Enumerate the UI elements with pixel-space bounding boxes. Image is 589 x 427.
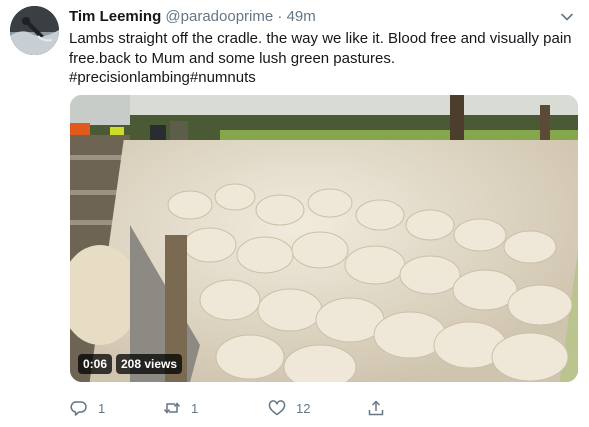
retweet-button[interactable]: 1 bbox=[163, 396, 198, 420]
timestamp[interactable]: 49m bbox=[287, 8, 316, 25]
retweet-count: 1 bbox=[191, 400, 199, 416]
avatar-image bbox=[10, 6, 59, 55]
like-button[interactable]: 12 bbox=[268, 396, 310, 420]
hashtag-line: #precisionlambing#numnuts bbox=[69, 68, 579, 88]
reply-count: 1 bbox=[98, 400, 106, 416]
hashtag-link[interactable]: #numnuts bbox=[190, 69, 256, 86]
like-count: 12 bbox=[296, 400, 311, 416]
retweet-icon bbox=[163, 399, 181, 417]
reply-icon bbox=[70, 399, 88, 417]
tweet-actions: 1 1 12 bbox=[70, 396, 400, 420]
tweet-text-line: Lambs straight off the cradle. the way w… bbox=[69, 30, 572, 47]
share-button[interactable] bbox=[367, 396, 385, 420]
hashtag-link[interactable]: #precisionlambing bbox=[69, 69, 190, 86]
user-handle[interactable]: @paradooprime bbox=[165, 8, 273, 25]
video-views-badge: 208 views bbox=[116, 354, 183, 374]
tweet-header: Tim Leeming @paradooprime · 49m bbox=[69, 7, 575, 27]
separator-dot: · bbox=[277, 8, 283, 25]
video-thumbnail bbox=[70, 95, 578, 382]
video-player[interactable]: 0:06 208 views bbox=[70, 95, 578, 382]
display-name[interactable]: Tim Leeming bbox=[69, 8, 161, 25]
tweet-text-line: free.back to Mum and some lush green pas… bbox=[69, 49, 396, 67]
chevron-down-icon[interactable] bbox=[559, 9, 575, 25]
reply-button[interactable]: 1 bbox=[70, 396, 105, 420]
tweet-text: Lambs straight off the cradle. the way w… bbox=[69, 29, 579, 88]
video-duration-badge: 0:06 bbox=[78, 354, 113, 374]
heart-icon bbox=[268, 399, 286, 417]
tweet-card[interactable]: Tim Leeming @paradooprime · 49m Lambs st… bbox=[0, 0, 589, 427]
share-icon bbox=[367, 399, 385, 417]
avatar[interactable] bbox=[10, 6, 59, 55]
